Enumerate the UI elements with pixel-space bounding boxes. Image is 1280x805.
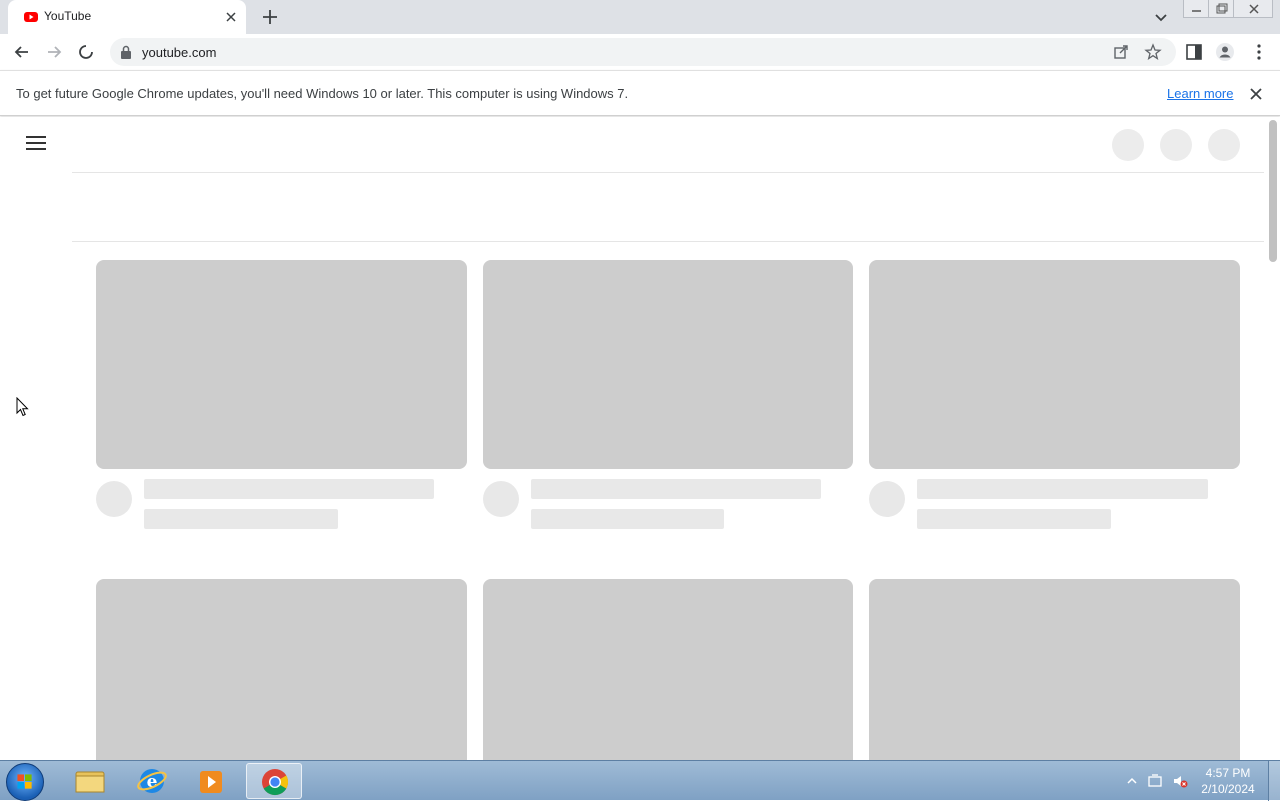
back-arrow-icon[interactable] — [12, 42, 32, 62]
lock-icon — [121, 45, 131, 59]
tab-strip: YouTube — [0, 0, 1280, 34]
title-placeholder — [917, 479, 1208, 499]
restore-button[interactable] — [1208, 0, 1234, 18]
volume-muted-icon[interactable] — [1172, 773, 1188, 789]
minimize-button[interactable] — [1183, 0, 1209, 18]
header-button-placeholder — [1208, 129, 1240, 161]
bookmark-star-icon[interactable] — [1144, 43, 1162, 61]
header-button-placeholder — [1160, 129, 1192, 161]
windows-taskbar: e 4:57 PM 2/10/2024 — [0, 760, 1280, 801]
mouse-cursor-icon — [16, 397, 29, 417]
url-text: youtube.com — [142, 45, 217, 60]
close-infobar-icon[interactable] — [1247, 85, 1265, 103]
new-tab-button[interactable] — [259, 6, 281, 28]
youtube-page — [0, 117, 1280, 760]
chrome-icon — [262, 769, 289, 796]
forward-arrow-icon[interactable] — [44, 42, 64, 62]
title-placeholder — [144, 479, 434, 499]
menu-dots-icon[interactable] — [1249, 42, 1269, 62]
channel-avatar-placeholder — [483, 481, 519, 517]
taskbar-chrome[interactable] — [246, 763, 302, 799]
tab-search-chevron-icon[interactable] — [1152, 8, 1170, 26]
reload-loading-icon[interactable] — [76, 42, 96, 62]
show-desktop-button[interactable] — [1268, 761, 1280, 801]
browser-toolbar: youtube.com — [0, 34, 1280, 70]
clock-time: 4:57 PM — [1205, 766, 1251, 780]
tray-expand-icon[interactable] — [1124, 773, 1140, 789]
side-panel-icon[interactable] — [1184, 42, 1204, 62]
tab-title: YouTube — [44, 9, 92, 23]
meta-placeholder — [917, 509, 1111, 529]
close-tab-icon[interactable] — [222, 8, 240, 26]
title-placeholder — [531, 479, 821, 499]
channel-avatar-placeholder — [96, 481, 132, 517]
video-thumbnail-placeholder — [96, 260, 467, 469]
taskbar-clock[interactable]: 4:57 PM 2/10/2024 — [1196, 765, 1260, 797]
header-divider — [72, 172, 1264, 173]
meta-placeholder — [531, 509, 724, 529]
restore-icon — [1216, 3, 1228, 14]
window-close-button[interactable] — [1233, 0, 1273, 18]
share-icon[interactable] — [1112, 43, 1130, 61]
tab-youtube[interactable]: YouTube — [8, 0, 246, 34]
taskbar-explorer[interactable] — [62, 763, 118, 799]
address-bar[interactable]: youtube.com — [110, 38, 1176, 66]
learn-more-link[interactable]: Learn more — [1167, 86, 1233, 101]
youtube-icon — [24, 12, 38, 22]
windows-logo-icon — [17, 774, 32, 789]
update-infobar: To get future Google Chrome updates, you… — [0, 70, 1280, 116]
minimize-icon — [1192, 10, 1201, 12]
taskbar-media-player[interactable] — [184, 763, 240, 799]
taskbar-internet-explorer[interactable]: e — [124, 763, 180, 799]
start-button[interactable] — [6, 763, 44, 801]
video-thumbnail-placeholder — [96, 579, 467, 760]
video-thumbnail-placeholder — [483, 579, 853, 760]
profile-avatar-icon[interactable] — [1215, 42, 1235, 62]
internet-explorer-icon: e — [137, 769, 167, 793]
meta-placeholder — [144, 509, 338, 529]
media-player-icon — [200, 771, 222, 793]
windows-explorer-icon — [75, 771, 105, 793]
close-icon — [1249, 4, 1259, 14]
video-thumbnail-placeholder — [483, 260, 853, 469]
action-center-icon[interactable] — [1147, 773, 1163, 789]
channel-avatar-placeholder — [869, 481, 905, 517]
video-thumbnail-placeholder — [869, 579, 1240, 760]
clock-date: 2/10/2024 — [1201, 782, 1255, 796]
infobar-message: To get future Google Chrome updates, you… — [16, 86, 629, 101]
guide-menu-icon[interactable] — [24, 133, 48, 153]
chips-divider — [72, 241, 1264, 242]
page-scrollbar[interactable] — [1269, 120, 1277, 262]
video-thumbnail-placeholder — [869, 260, 1240, 469]
header-button-placeholder — [1112, 129, 1144, 161]
